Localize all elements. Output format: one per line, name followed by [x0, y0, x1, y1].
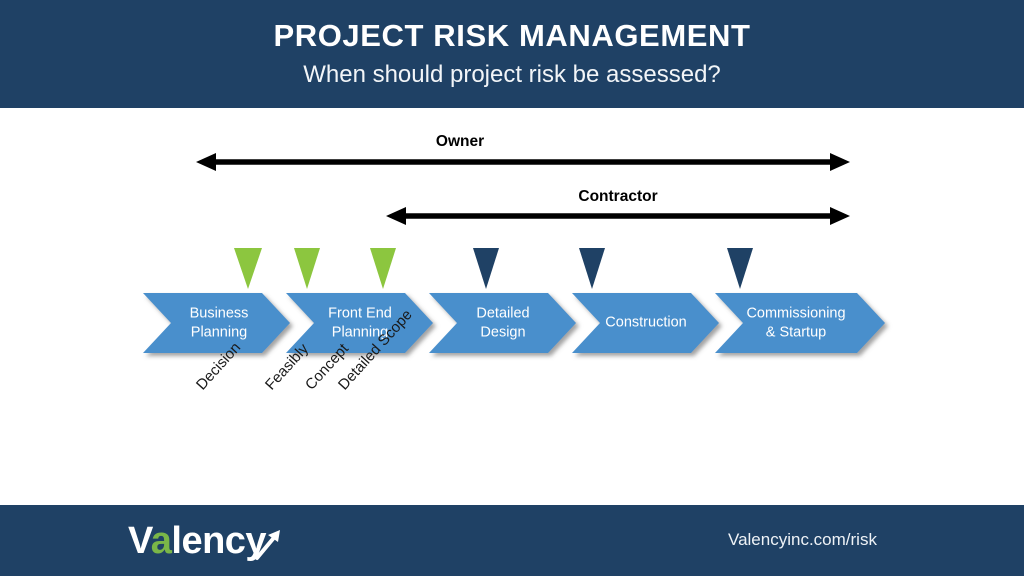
concept-marker	[370, 248, 396, 289]
contractor-arrow-label: Contractor	[578, 188, 658, 205]
phase-chevron-commissioning-startup[interactable]	[715, 293, 885, 353]
logo-wordmark: Valency	[128, 520, 267, 562]
upward-arrow-icon	[255, 530, 280, 560]
diagram-canvas: Owner Contractor Business Planning Front…	[0, 108, 1024, 505]
phase-chevron-construction[interactable]	[572, 293, 719, 353]
startup-marker	[727, 248, 753, 289]
footer-url-text[interactable]: Valencyinc.com/risk	[728, 530, 877, 550]
construction-marker	[579, 248, 605, 289]
header-banner: PROJECT RISK MANAGEMENT When should proj…	[0, 0, 1024, 108]
decision-marker	[234, 248, 262, 289]
detailed-scope-marker	[473, 248, 499, 289]
feasibly-marker	[294, 248, 320, 289]
phase-chevron-detailed-design[interactable]	[429, 293, 576, 353]
page-title: PROJECT RISK MANAGEMENT	[273, 17, 751, 53]
phase-chevron-business-planning[interactable]	[143, 293, 290, 353]
contractor-span-arrow	[386, 207, 850, 225]
logo-letter-a: a	[150, 520, 172, 562]
owner-span-arrow	[196, 153, 850, 171]
logo-letter-v: V	[128, 520, 151, 562]
owner-arrow-label: Owner	[435, 133, 485, 150]
footer-banner: Valency Valencyinc.com/risk	[0, 505, 1024, 576]
page-subtitle: When should project risk be assessed?	[303, 61, 721, 89]
valency-logo[interactable]: Valency	[128, 517, 280, 565]
process-diagram	[143, 153, 885, 353]
